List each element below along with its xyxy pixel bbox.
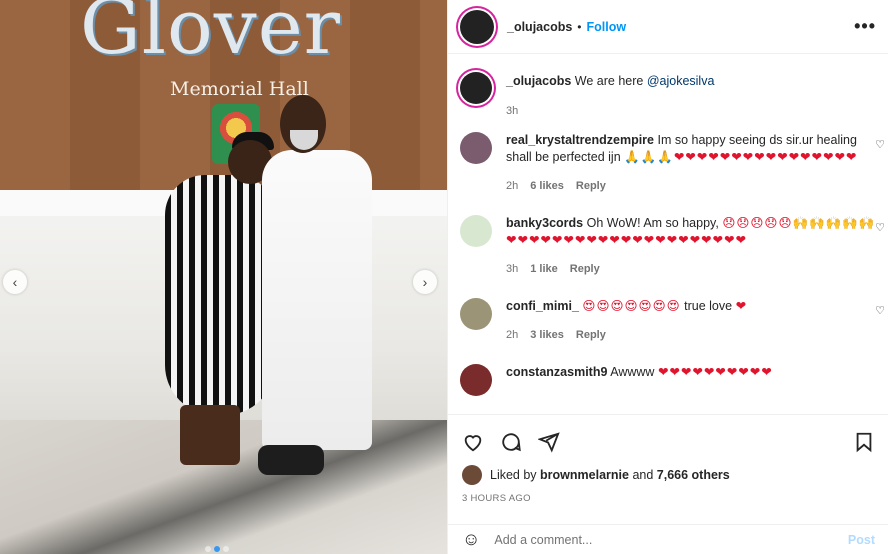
- post-side-panel: _olujacobs • Follow ••• _olujacobs We ar…: [447, 0, 888, 554]
- add-comment-bar: ☺ Post: [448, 524, 888, 554]
- commenter-username[interactable]: constanzasmith9: [506, 365, 607, 379]
- comment-emojis: ❤❤❤❤❤❤❤❤❤❤: [657, 365, 773, 379]
- comment-time: 2h: [506, 329, 519, 341]
- reply-button[interactable]: Reply: [576, 178, 606, 195]
- likes-summary: Liked by brownmelarnie and 7,666 others: [448, 457, 888, 485]
- emoji-picker-icon[interactable]: ☺: [462, 529, 480, 550]
- chevron-left-icon: ‹: [12, 274, 18, 290]
- caption-text: We are here: [574, 74, 644, 88]
- comment-likes[interactable]: 1 like: [530, 261, 558, 278]
- post-caption: _olujacobs We are here @ajokesilva 3h: [448, 55, 888, 120]
- like-comment-heart-icon[interactable]: ♡: [875, 304, 885, 317]
- action-icons: [448, 415, 888, 457]
- caption-username[interactable]: _olujacobs: [506, 74, 571, 88]
- instagram-post-modal: Glover Memorial Hall ‹ › _olujacobs • Fo…: [0, 0, 888, 554]
- comment-emojis: 🙏🙏🙏❤❤❤❤❤❤❤❤❤❤❤❤❤❤❤❤: [624, 150, 858, 164]
- like-comment-heart-icon[interactable]: ♡: [875, 138, 885, 151]
- liked-by-prefix: Liked by: [490, 468, 537, 482]
- commenter-avatar[interactable]: [460, 298, 492, 330]
- comment-item: constanzasmith9 Awwww ❤❤❤❤❤❤❤❤❤❤: [448, 364, 888, 396]
- author-avatar[interactable]: [460, 9, 494, 44]
- carousel-indicator: [205, 546, 229, 552]
- post-comment-button[interactable]: Post: [848, 533, 875, 547]
- woman-legs: [180, 405, 240, 465]
- commenter-avatar[interactable]: [460, 364, 492, 396]
- wall-title-text: Glover: [80, 0, 342, 71]
- liked-by-and: and: [632, 468, 654, 482]
- carousel-dot: [223, 546, 229, 552]
- post-actions: Liked by brownmelarnie and 7,666 others …: [448, 414, 888, 504]
- author-username[interactable]: _olujacobs: [507, 20, 572, 34]
- comment-item: confi_mimi_ 😍😍😍😍😍😍😍 true love ❤ 2h 3 lik…: [448, 298, 888, 344]
- post-header: _olujacobs • Follow •••: [448, 0, 888, 54]
- bookmark-icon[interactable]: [853, 431, 875, 453]
- woman-striped-dress: [165, 175, 275, 415]
- commenter-username[interactable]: banky3cords: [506, 216, 583, 230]
- comment-item: banky3cords Oh WoW! Am so happy, 😞😞😞😞😞🙌🙌…: [448, 215, 888, 278]
- commenter-avatar[interactable]: [460, 215, 492, 247]
- comment-text: Oh WoW! Am so happy,: [586, 216, 719, 230]
- man-shoes: [258, 445, 324, 475]
- liker-avatar[interactable]: [462, 465, 482, 485]
- man-white-outfit: [262, 150, 372, 450]
- comment-heart-emoji: ❤: [735, 299, 748, 313]
- carousel-dot-active: [214, 546, 220, 552]
- next-slide-button[interactable]: ›: [413, 270, 437, 294]
- follow-button[interactable]: Follow: [587, 20, 627, 34]
- comment-time: 3h: [506, 263, 519, 275]
- comment-item: real_krystaltrendzempire Im so happy see…: [448, 132, 888, 195]
- commenter-username[interactable]: real_krystaltrendzempire: [506, 133, 654, 147]
- header-separator: •: [577, 19, 582, 34]
- commenter-avatar[interactable]: [460, 132, 492, 164]
- caption-avatar[interactable]: [460, 72, 492, 104]
- more-options-icon[interactable]: •••: [854, 16, 876, 37]
- comment-emojis: 😍😍😍😍😍😍😍: [582, 299, 681, 313]
- likes-others-count[interactable]: 7,666 others: [657, 468, 730, 482]
- post-time-ago[interactable]: 3 HOURS AGO: [448, 485, 888, 504]
- like-comment-heart-icon[interactable]: ♡: [875, 221, 885, 234]
- caption-mention[interactable]: @ajokesilva: [647, 74, 715, 88]
- chevron-right-icon: ›: [422, 274, 428, 290]
- wall-subtitle-text: Memorial Hall: [170, 78, 309, 100]
- reply-button[interactable]: Reply: [576, 327, 606, 344]
- commenter-username[interactable]: confi_mimi_: [506, 299, 579, 313]
- comment-input[interactable]: [494, 532, 848, 547]
- carousel-dot: [205, 546, 211, 552]
- like-heart-icon[interactable]: [462, 431, 484, 453]
- comment-icon[interactable]: [500, 431, 522, 453]
- share-icon[interactable]: [538, 431, 560, 453]
- comment-likes[interactable]: 3 likes: [530, 327, 564, 344]
- comment-time: 2h: [506, 180, 519, 192]
- reply-button[interactable]: Reply: [570, 261, 600, 278]
- previous-slide-button[interactable]: ‹: [3, 270, 27, 294]
- comment-likes[interactable]: 6 likes: [530, 178, 564, 195]
- comment-text: Awwww: [610, 365, 655, 379]
- comment-text: true love: [684, 299, 733, 313]
- post-photo[interactable]: Glover Memorial Hall ‹ ›: [0, 0, 447, 554]
- liker-username[interactable]: brownmelarnie: [540, 468, 629, 482]
- comments-list[interactable]: _olujacobs We are here @ajokesilva 3h re…: [448, 55, 888, 413]
- caption-time: 3h: [506, 105, 519, 117]
